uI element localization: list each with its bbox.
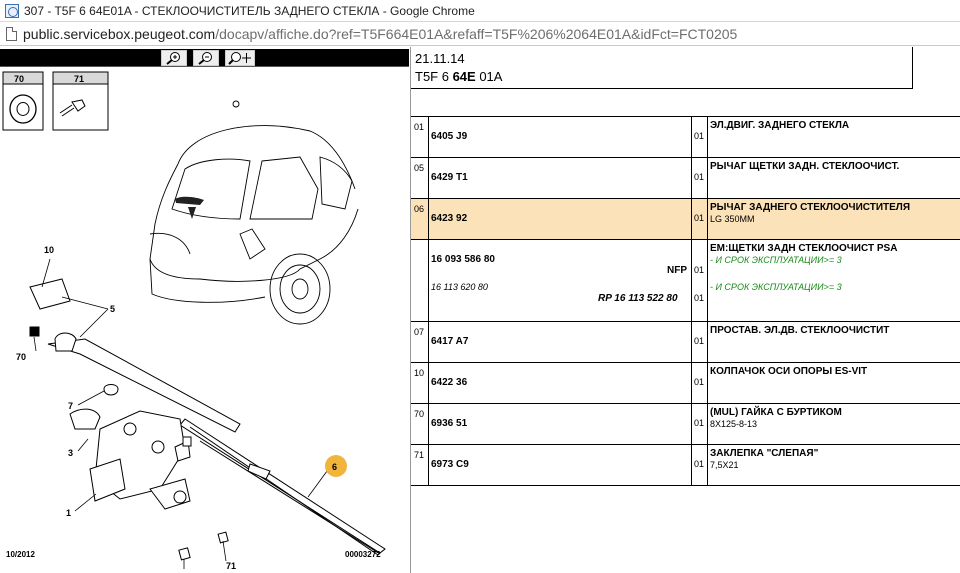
doc-code-suffix: 01A	[475, 69, 503, 84]
diagram-footer-date: 10/2012	[6, 550, 35, 559]
diagram-label: 1	[66, 508, 71, 518]
part-note: 8X125-8-13	[710, 419, 758, 429]
part-description: ЭЛ.ДВИГ. ЗАДНЕГО СТЕКЛА	[710, 120, 850, 131]
zoom-pan-button[interactable]	[225, 50, 255, 66]
diagram-label: 70	[14, 74, 24, 84]
doc-code: T5F 6 64E 01A	[415, 69, 502, 84]
diagram-label: 10	[44, 245, 54, 255]
part-position: 06	[414, 204, 425, 214]
zoom-out-icon	[198, 52, 212, 65]
part-qty: 01	[694, 377, 705, 387]
part-description: (MUL) ГАЙКА С БУРТИКОМ	[710, 407, 842, 418]
doc-code-bold: 64E	[452, 69, 476, 84]
zoom-pan-icon	[228, 52, 251, 65]
diagram-toolbar	[0, 49, 409, 67]
doc-subheader	[411, 89, 960, 117]
diagram-label: 3	[68, 448, 73, 458]
url-path: /docapv/affiche.do?ref=T5F664E01A&refaff…	[215, 25, 738, 42]
table-row[interactable]: 10 6422 36 01 КОЛПАЧОК ОСИ ОПОРЫ ES-VIT	[411, 363, 960, 404]
page-content: 70 71 10 5 70 7 3 1 6 71 10/2012 0000327…	[0, 47, 960, 573]
zoom-out-button[interactable]	[193, 50, 219, 66]
table-row-selected[interactable]: 06 6423 92 01 РЫЧАГ ЗАДНЕГО СТЕКЛООЧИСТИ…	[411, 199, 960, 240]
diagram-label: 71	[74, 74, 84, 84]
part-validity-note: - И СРОК ЭКСПЛУАТАЦИИ>= 3	[710, 255, 842, 265]
title-bar: 307 - T5F 6 64E01A - СТЕКЛООЧИСТИТЕЛЬ ЗА…	[0, 0, 960, 22]
exploded-parts-diagram: 70 71 10 5 70 7 3 1 6 71	[2, 71, 386, 571]
zoom-in-button[interactable]	[161, 50, 187, 66]
doc-code-prefix: T5F 6	[415, 69, 453, 84]
diagram-label: 70	[16, 352, 26, 362]
part-note: LG 350MM	[710, 214, 755, 224]
part-description: ЕМ:ЩЕТКИ ЗАДН СТЕКЛООЧИСТ PSA	[710, 243, 898, 254]
table-row[interactable]: 01 6405 J9 01 ЭЛ.ДВИГ. ЗАДНЕГО СТЕКЛА	[411, 117, 960, 158]
diagram-label: 6	[332, 462, 337, 472]
part-position: 10	[414, 368, 425, 378]
part-reference[interactable]: 6429 T1	[431, 172, 468, 183]
zoom-in-icon	[166, 52, 180, 65]
table-row[interactable]: 05 6429 T1 01 РЫЧАГ ЩЕТКИ ЗАДН. СТЕКЛООЧ…	[411, 158, 960, 199]
diagram-footer-number: 00003272	[345, 550, 381, 559]
part-qty: 01	[694, 213, 705, 223]
table-row[interactable]: 71 6973 C9 01 ЗАКЛЕПКА "СЛЕПАЯ" 7,5X21	[411, 445, 960, 486]
diagram-panel: 70 71 10 5 70 7 3 1 6 71 10/2012 0000327…	[0, 47, 411, 573]
part-reference[interactable]: 6417 A7	[431, 336, 468, 347]
part-position: 71	[414, 450, 425, 460]
part-qty: 01	[694, 265, 705, 275]
diagram-label: 7	[68, 401, 73, 411]
table-row[interactable]: 16 093 586 80 NFP 16 113 620 80 RP 16 11…	[411, 240, 960, 322]
doc-header: 21.11.14 T5F 6 64E 01A	[411, 47, 913, 89]
part-reference[interactable]: 6423 92	[431, 213, 467, 224]
diagram-label: 71	[226, 561, 236, 571]
address-bar[interactable]: public.servicebox.peugeot.com/docapv/aff…	[0, 22, 960, 46]
part-validity-note: - И СРОК ЭКСПЛУАТАЦИИ>= 3	[710, 282, 842, 292]
part-reference[interactable]: 16 093 586 80	[431, 254, 495, 265]
part-reference-alt[interactable]: 16 113 620 80	[431, 282, 488, 292]
table-row[interactable]: 07 6417 A7 01 ПРОСТАВ. ЭЛ.ДВ. СТЕКЛООЧИС…	[411, 322, 960, 363]
window-title: 307 - T5F 6 64E01A - СТЕКЛООЧИСТИТЕЛЬ ЗА…	[24, 3, 475, 18]
part-description: КОЛПАЧОК ОСИ ОПОРЫ ES-VIT	[710, 366, 868, 377]
rear-wiper-on-car	[175, 196, 204, 205]
url-text[interactable]: public.servicebox.peugeot.com/docapv/aff…	[23, 26, 737, 42]
part-qty: 01	[694, 336, 705, 346]
table-row[interactable]: 70 6936 51 01 (MUL) ГАЙКА С БУРТИКОМ 8X1…	[411, 404, 960, 445]
part-reference[interactable]: 6422 36	[431, 377, 467, 388]
part-note: 7,5X21	[710, 460, 739, 470]
part-qty: 01	[694, 293, 705, 303]
part-position: 05	[414, 163, 425, 173]
part-description: ПРОСТАВ. ЭЛ.ДВ. СТЕКЛООЧИСТИТ	[710, 325, 890, 336]
part-qty: 01	[694, 131, 705, 141]
url-host: public.servicebox.peugeot.com	[23, 25, 216, 42]
part-nfp: NFP	[667, 265, 687, 276]
diagram-label: 5	[110, 304, 115, 314]
part-qty: 01	[694, 418, 705, 428]
part-position: 70	[414, 409, 425, 419]
page-favicon-icon	[5, 3, 19, 18]
part-description: ЗАКЛЕПКА "СЛЕПАЯ"	[710, 448, 819, 459]
wiper-arm-assembly	[29, 278, 386, 561]
part-reference[interactable]: 6405 J9	[431, 131, 467, 142]
part-position: 01	[414, 122, 425, 132]
doc-date: 21.11.14	[415, 51, 465, 66]
part-rp-reference[interactable]: RP 16 113 522 80	[598, 293, 678, 304]
part-qty: 01	[694, 172, 705, 182]
page-icon	[6, 26, 17, 41]
car-rear-illustration	[149, 100, 359, 325]
part-reference[interactable]: 6973 C9	[431, 459, 469, 470]
part-description: РЫЧАГ ЩЕТКИ ЗАДН. СТЕКЛООЧИСТ.	[710, 161, 900, 172]
part-reference[interactable]: 6936 51	[431, 418, 467, 429]
part-description: РЫЧАГ ЗАДНЕГО СТЕКЛООЧИСТИТЕЛЯ	[710, 202, 911, 213]
part-position: 07	[414, 327, 425, 337]
parts-table: 01 6405 J9 01 ЭЛ.ДВИГ. ЗАДНЕГО СТЕКЛА 05…	[411, 117, 960, 486]
part-qty: 01	[694, 459, 705, 469]
